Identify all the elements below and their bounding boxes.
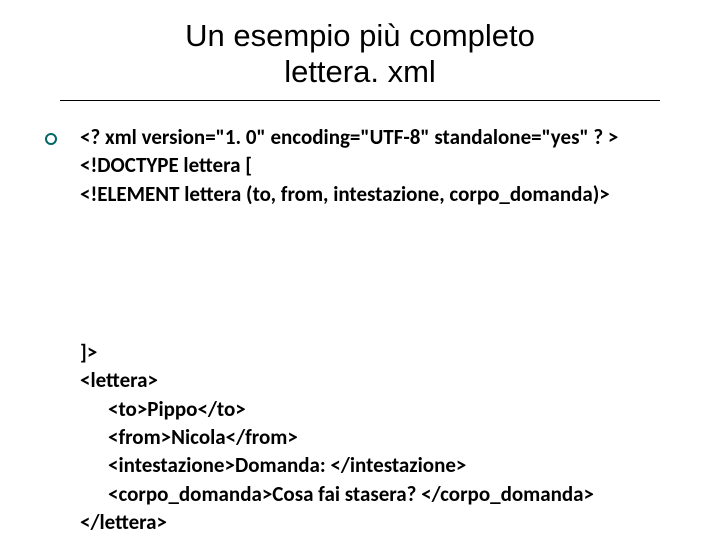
title-underline	[60, 100, 660, 101]
code-line: </lettera>	[80, 508, 700, 536]
code-line: <lettera>	[80, 366, 700, 394]
code-line: <corpo_domanda>Cosa fai stasera? </corpo…	[80, 480, 700, 508]
code-line: <!ELEMENT lettera (to, from, intestazion…	[80, 180, 680, 208]
code-line: <intestazione>Domanda: </intestazione>	[80, 451, 700, 479]
code-line: <? xml version="1. 0" encoding="UTF-8" s…	[80, 123, 680, 151]
slide: Un esempio più completo lettera. xml <? …	[0, 0, 720, 540]
code-line: <to>Pippo</to>	[80, 395, 700, 423]
code-line: ]>	[80, 338, 700, 366]
code-block-top: <? xml version="1. 0" encoding="UTF-8" s…	[80, 123, 680, 208]
title-line-2: lettera. xml	[0, 54, 720, 90]
bullet-icon	[45, 133, 57, 145]
code-line: <from>Nicola</from>	[80, 423, 700, 451]
title-line-1: Un esempio più completo	[0, 18, 720, 54]
code-block-bottom: ]> <lettera> <to>Pippo</to> <from>Nicola…	[80, 338, 700, 536]
code-line: <!DOCTYPE lettera [	[80, 151, 680, 179]
slide-title: Un esempio più completo lettera. xml	[0, 18, 720, 89]
